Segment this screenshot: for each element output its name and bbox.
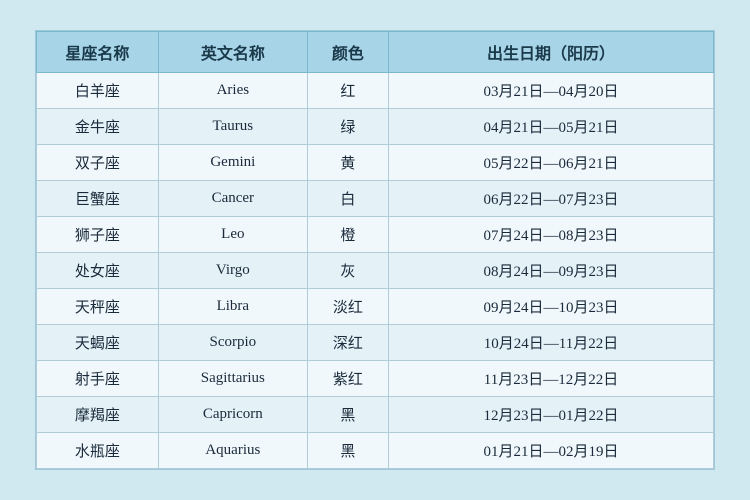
cell-color: 白 [307,181,388,217]
cell-chinese: 摩羯座 [37,397,159,433]
cell-date: 05月22日—06月21日 [389,145,714,181]
cell-color: 黄 [307,145,388,181]
table-row: 天蝎座Scorpio深红10月24日—11月22日 [37,325,714,361]
cell-chinese: 处女座 [37,253,159,289]
cell-color: 橙 [307,217,388,253]
cell-color: 黑 [307,397,388,433]
table-row: 巨蟹座Cancer白06月22日—07月23日 [37,181,714,217]
cell-english: Sagittarius [158,361,307,397]
table-row: 摩羯座Capricorn黑12月23日—01月22日 [37,397,714,433]
cell-color: 灰 [307,253,388,289]
cell-color: 紫红 [307,361,388,397]
cell-date: 03月21日—04月20日 [389,73,714,109]
cell-english: Aries [158,73,307,109]
table-header-row: 星座名称 英文名称 颜色 出生日期（阳历） [37,32,714,73]
cell-date: 04月21日—05月21日 [389,109,714,145]
cell-color: 绿 [307,109,388,145]
table-row: 狮子座Leo橙07月24日—08月23日 [37,217,714,253]
cell-date: 07月24日—08月23日 [389,217,714,253]
cell-english: Cancer [158,181,307,217]
cell-date: 08月24日—09月23日 [389,253,714,289]
zodiac-table: 星座名称 英文名称 颜色 出生日期（阳历） 白羊座Aries红03月21日—04… [36,31,714,469]
cell-color: 黑 [307,433,388,469]
cell-english: Virgo [158,253,307,289]
cell-chinese: 巨蟹座 [37,181,159,217]
cell-date: 12月23日—01月22日 [389,397,714,433]
cell-chinese: 射手座 [37,361,159,397]
cell-english: Scorpio [158,325,307,361]
cell-date: 09月24日—10月23日 [389,289,714,325]
cell-chinese: 金牛座 [37,109,159,145]
zodiac-table-container: 星座名称 英文名称 颜色 出生日期（阳历） 白羊座Aries红03月21日—04… [35,30,715,470]
header-color: 颜色 [307,32,388,73]
cell-english: Taurus [158,109,307,145]
table-row: 天秤座Libra淡红09月24日—10月23日 [37,289,714,325]
cell-date: 11月23日—12月22日 [389,361,714,397]
header-english: 英文名称 [158,32,307,73]
cell-chinese: 天秤座 [37,289,159,325]
cell-color: 深红 [307,325,388,361]
cell-date: 10月24日—11月22日 [389,325,714,361]
cell-chinese: 白羊座 [37,73,159,109]
cell-color: 红 [307,73,388,109]
cell-english: Gemini [158,145,307,181]
header-chinese: 星座名称 [37,32,159,73]
cell-chinese: 双子座 [37,145,159,181]
cell-english: Libra [158,289,307,325]
table-body: 白羊座Aries红03月21日—04月20日金牛座Taurus绿04月21日—0… [37,73,714,469]
table-row: 处女座Virgo灰08月24日—09月23日 [37,253,714,289]
cell-date: 06月22日—07月23日 [389,181,714,217]
header-date: 出生日期（阳历） [389,32,714,73]
cell-chinese: 天蝎座 [37,325,159,361]
cell-english: Capricorn [158,397,307,433]
table-row: 射手座Sagittarius紫红11月23日—12月22日 [37,361,714,397]
table-row: 白羊座Aries红03月21日—04月20日 [37,73,714,109]
cell-english: Leo [158,217,307,253]
cell-chinese: 水瓶座 [37,433,159,469]
cell-color: 淡红 [307,289,388,325]
cell-english: Aquarius [158,433,307,469]
table-row: 金牛座Taurus绿04月21日—05月21日 [37,109,714,145]
cell-date: 01月21日—02月19日 [389,433,714,469]
table-row: 水瓶座Aquarius黑01月21日—02月19日 [37,433,714,469]
table-row: 双子座Gemini黄05月22日—06月21日 [37,145,714,181]
cell-chinese: 狮子座 [37,217,159,253]
